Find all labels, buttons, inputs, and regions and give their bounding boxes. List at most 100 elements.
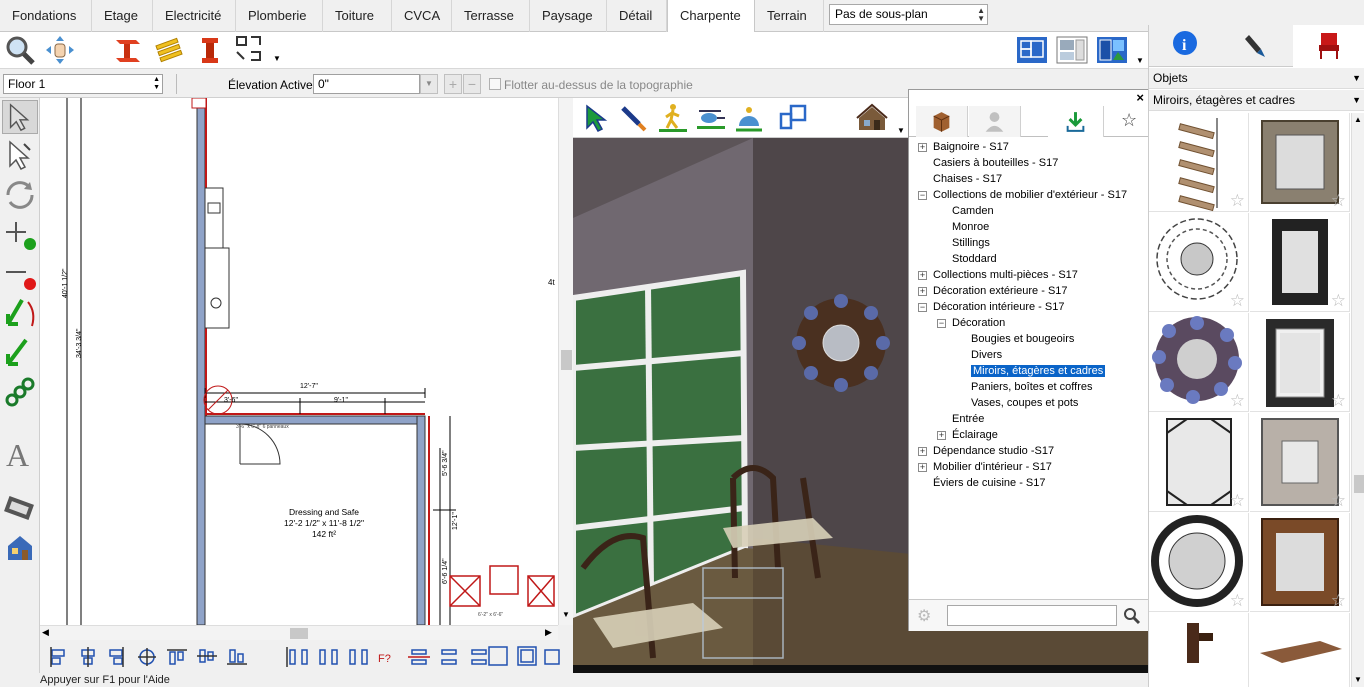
library-search-input[interactable] <box>947 605 1117 626</box>
tree-item[interactable]: Décoration intérieure - S17 <box>933 299 1064 315</box>
walk-icon[interactable] <box>657 102 689 134</box>
scroll-down-arrow-icon[interactable]: ▼ <box>562 610 570 619</box>
column-icon[interactable] <box>194 34 226 66</box>
thumbnail-floating-shelf[interactable] <box>1250 613 1350 687</box>
tab-detail[interactable]: Détail <box>607 0 667 32</box>
search-icon[interactable] <box>1123 607 1141 625</box>
scroll-thumb[interactable] <box>290 628 308 639</box>
joists-icon[interactable] <box>152 34 184 66</box>
tree-item[interactable]: Éclairage <box>952 427 998 443</box>
minus-icon[interactable]: − <box>463 74 481 94</box>
tree-item[interactable]: Stillings <box>952 235 990 251</box>
film-icon[interactable] <box>2 492 38 526</box>
tree-item[interactable]: Bougies et bougeoirs <box>971 331 1074 347</box>
close-icon[interactable]: × <box>1136 90 1144 105</box>
elevation-dropdown-arrow-icon[interactable]: ▼ <box>420 74 438 94</box>
tab-cvca[interactable]: CVCA <box>392 0 452 32</box>
tree-item[interactable]: Stoddard <box>952 251 997 267</box>
join-icon[interactable] <box>2 296 38 330</box>
favorite-star-icon[interactable]: ☆ <box>1331 292 1346 309</box>
info-icon[interactable]: i <box>1149 25 1221 67</box>
thumbnail-wall-shelf[interactable]: ☆ <box>1149 113 1249 212</box>
floor-select[interactable]: Floor 1 ▲ ▼ <box>3 74 163 94</box>
favorite-star-icon[interactable]: ☆ <box>1230 592 1245 609</box>
zoom-icon[interactable] <box>4 34 36 66</box>
3d-view-icon[interactable] <box>1096 34 1128 66</box>
favorite-star-icon[interactable]: ☆ <box>1331 392 1346 409</box>
thumbnail-floral-mirror[interactable]: ☆ <box>1149 313 1249 412</box>
pan-hand-icon[interactable] <box>44 34 76 66</box>
tree-item[interactable]: Collections de mobilier d'extérieur - S1… <box>933 187 1127 203</box>
expand-icon[interactable]: + <box>918 143 927 152</box>
more-arrow-icon[interactable]: ▼ <box>273 54 281 63</box>
tree-item[interactable]: Miroirs, étagères et cadres <box>971 363 1106 379</box>
favorite-star-icon[interactable]: ☆ <box>1331 492 1346 509</box>
rotate-icon[interactable] <box>2 178 38 212</box>
box-icon[interactable] <box>916 106 968 137</box>
objects-dropdown[interactable]: Objets ▼ <box>1149 68 1364 89</box>
pen-icon[interactable] <box>1221 25 1293 67</box>
house-icon[interactable] <box>2 530 38 564</box>
add-point-icon[interactable] <box>2 218 38 252</box>
tree-item[interactable]: Vases, coupes et pots <box>971 395 1078 411</box>
plan-view-icon[interactable] <box>1016 34 1048 66</box>
scroll-down-arrow-icon[interactable]: ▼ <box>1354 675 1362 684</box>
tab-toiture[interactable]: Toiture <box>323 0 392 32</box>
tree-item[interactable]: Décoration extérieure - S17 <box>933 283 1068 299</box>
tree-item[interactable]: Casiers à bouteilles - S17 <box>933 155 1058 171</box>
tree-item[interactable]: Collections multi-pièces - S17 <box>933 267 1078 283</box>
thumbnail-sunburst-mirror[interactable]: ☆ <box>1149 213 1249 312</box>
tree-item[interactable]: Éviers de cuisine - S17 <box>933 475 1046 491</box>
favorite-star-icon[interactable]: ☆ <box>1230 292 1245 309</box>
thumbnail-black-mirror[interactable]: ☆ <box>1250 213 1350 312</box>
expand-icon[interactable]: + <box>918 447 927 456</box>
tab-plomberie[interactable]: Plomberie <box>236 0 323 32</box>
eyedropper-icon[interactable] <box>617 102 649 134</box>
text-icon[interactable]: A <box>2 436 38 470</box>
select-edit-icon[interactable] <box>2 138 38 172</box>
tree-item[interactable]: Mobilier d'intérieur - S17 <box>933 459 1052 475</box>
expand-icon[interactable]: + <box>918 463 927 472</box>
scroll-thumb[interactable] <box>561 350 572 370</box>
tree-item[interactable]: Chaises - S17 <box>933 171 1002 187</box>
scroll-right-arrow-icon[interactable]: ▶ <box>545 627 552 638</box>
framing-tools-icon[interactable] <box>234 34 266 66</box>
tab-paysage[interactable]: Paysage <box>530 0 607 32</box>
chain-icon[interactable] <box>2 376 38 410</box>
tree-item[interactable]: Dépendance studio -S17 <box>933 443 1054 459</box>
download-icon[interactable] <box>1048 106 1104 137</box>
tab-terrain[interactable]: Terrain <box>755 0 824 32</box>
thumbnail-geometric-mirror[interactable]: ☆ <box>1149 413 1249 512</box>
orbit-icon[interactable] <box>733 102 765 134</box>
tab-electricite[interactable]: Electricité <box>153 0 236 32</box>
tree-item[interactable]: Monroe <box>952 219 989 235</box>
plus-icon[interactable]: + <box>444 74 462 94</box>
steel-beam-icon[interactable] <box>112 34 144 66</box>
plan-vertical-scrollbar[interactable]: ▼ <box>558 98 573 625</box>
tree-item[interactable]: Décoration <box>952 315 1005 331</box>
tree-item[interactable]: Paniers, boîtes et coffres <box>971 379 1092 395</box>
favorite-star-icon[interactable]: ☆ <box>1121 110 1137 131</box>
thumbnail-greek-key-mirror[interactable]: ☆ <box>1250 313 1350 412</box>
scroll-thumb[interactable] <box>1354 475 1364 493</box>
thumbnail-wood-frame-mirror[interactable]: ☆ <box>1250 513 1350 612</box>
break-icon[interactable] <box>2 336 38 370</box>
tab-charpente[interactable]: Charpente <box>667 0 755 33</box>
select-arrow-icon[interactable] <box>2 100 38 134</box>
delete-point-icon[interactable] <box>2 258 38 292</box>
elevation-input[interactable]: 0" <box>313 74 420 94</box>
thumbnail-square-mirror[interactable]: ☆ <box>1250 113 1350 212</box>
tree-item[interactable]: Divers <box>971 347 1002 363</box>
more-arrow-icon-right[interactable]: ▼ <box>1136 56 1144 65</box>
scroll-left-arrow-icon[interactable]: ◀ <box>42 627 49 638</box>
tab-fondations[interactable]: Fondations <box>0 0 92 32</box>
favorite-star-icon[interactable]: ☆ <box>1331 192 1346 209</box>
favorite-star-icon[interactable]: ☆ <box>1331 592 1346 609</box>
collapse-icon[interactable]: − <box>918 191 927 200</box>
thumbnails-scrollbar[interactable]: ▲ ▼ <box>1351 113 1364 687</box>
plan-footprint-icon[interactable] <box>777 102 809 134</box>
category-dropdown[interactable]: Miroirs, étagères et cadres ▼ <box>1149 90 1364 111</box>
expand-icon[interactable]: + <box>918 271 927 280</box>
collapse-icon[interactable]: − <box>937 319 946 328</box>
float-checkbox[interactable] <box>489 78 501 90</box>
